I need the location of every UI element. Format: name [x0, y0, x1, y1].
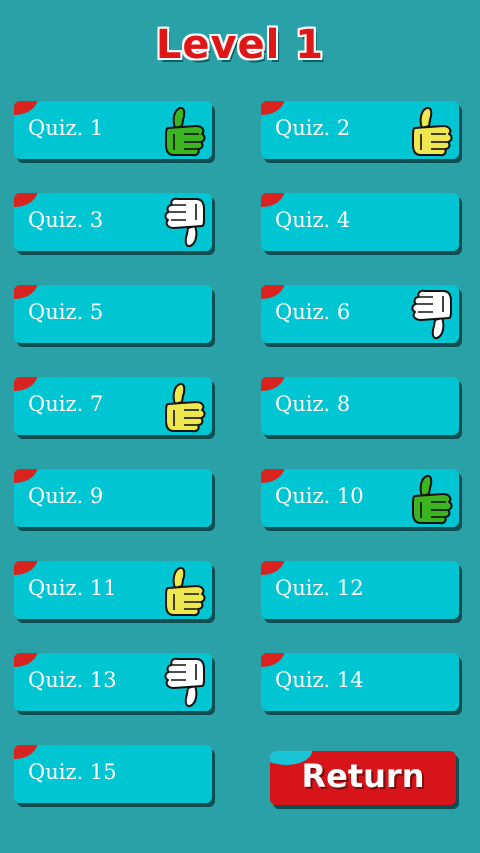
return-button[interactable]: Return: [270, 751, 456, 805]
quiz-label: Quiz. 7: [28, 392, 104, 416]
corner-ribbon: [261, 101, 285, 115]
quiz-button-13[interactable]: Quiz. 13: [14, 653, 212, 711]
corner-ribbon: [14, 745, 38, 759]
quiz-grid: Quiz. 1 Quiz. 2 Quiz. 3 Quiz. 4 Quiz. 5 …: [0, 0, 480, 853]
quiz-label: Quiz. 11: [28, 576, 117, 600]
quiz-label: Quiz. 9: [28, 484, 104, 508]
corner-ribbon: [261, 285, 285, 299]
corner-ribbon: [261, 469, 285, 483]
quiz-button-2[interactable]: Quiz. 2: [261, 101, 459, 159]
corner-ribbon: [14, 561, 38, 575]
corner-ribbon: [14, 469, 38, 483]
return-label: Return: [301, 757, 425, 795]
quiz-button-5[interactable]: Quiz. 5: [14, 285, 212, 343]
corner-ribbon: [14, 653, 38, 667]
quiz-label: Quiz. 10: [275, 484, 364, 508]
quiz-label: Quiz. 4: [275, 208, 351, 232]
thumbs-up-green-icon: [409, 472, 455, 526]
quiz-label: Quiz. 2: [275, 116, 351, 140]
quiz-label: Quiz. 1: [28, 116, 104, 140]
quiz-label: Quiz. 3: [28, 208, 104, 232]
quiz-label: Quiz. 13: [28, 668, 117, 692]
quiz-button-11[interactable]: Quiz. 11: [14, 561, 212, 619]
thumbs-up-yellow-icon: [162, 380, 208, 434]
corner-ribbon: [14, 285, 38, 299]
corner-ribbon: [261, 377, 285, 391]
quiz-button-10[interactable]: Quiz. 10: [261, 469, 459, 527]
quiz-button-9[interactable]: Quiz. 9: [14, 469, 212, 527]
corner-ribbon: [14, 377, 38, 391]
thumbs-up-yellow-icon: [162, 564, 208, 618]
corner-ribbon: [261, 193, 285, 207]
thumbs-down-white-icon: [162, 196, 208, 250]
quiz-button-12[interactable]: Quiz. 12: [261, 561, 459, 619]
quiz-button-7[interactable]: Quiz. 7: [14, 377, 212, 435]
thumbs-down-white-icon: [409, 288, 455, 342]
quiz-label: Quiz. 6: [275, 300, 351, 324]
quiz-button-14[interactable]: Quiz. 14: [261, 653, 459, 711]
thumbs-up-yellow-icon: [409, 104, 455, 158]
quiz-button-8[interactable]: Quiz. 8: [261, 377, 459, 435]
quiz-button-1[interactable]: Quiz. 1: [14, 101, 212, 159]
quiz-label: Quiz. 12: [275, 576, 364, 600]
corner-ribbon: [261, 653, 285, 667]
corner-ribbon: [261, 561, 285, 575]
thumbs-down-white-icon: [162, 656, 208, 710]
quiz-label: Quiz. 8: [275, 392, 351, 416]
thumbs-up-green-icon: [162, 104, 208, 158]
corner-ribbon: [14, 101, 38, 115]
corner-ribbon: [14, 193, 38, 207]
quiz-label: Quiz. 14: [275, 668, 364, 692]
quiz-button-6[interactable]: Quiz. 6: [261, 285, 459, 343]
quiz-label: Quiz. 5: [28, 300, 104, 324]
quiz-button-4[interactable]: Quiz. 4: [261, 193, 459, 251]
quiz-button-15[interactable]: Quiz. 15: [14, 745, 212, 803]
quiz-button-3[interactable]: Quiz. 3: [14, 193, 212, 251]
quiz-label: Quiz. 15: [28, 760, 117, 784]
